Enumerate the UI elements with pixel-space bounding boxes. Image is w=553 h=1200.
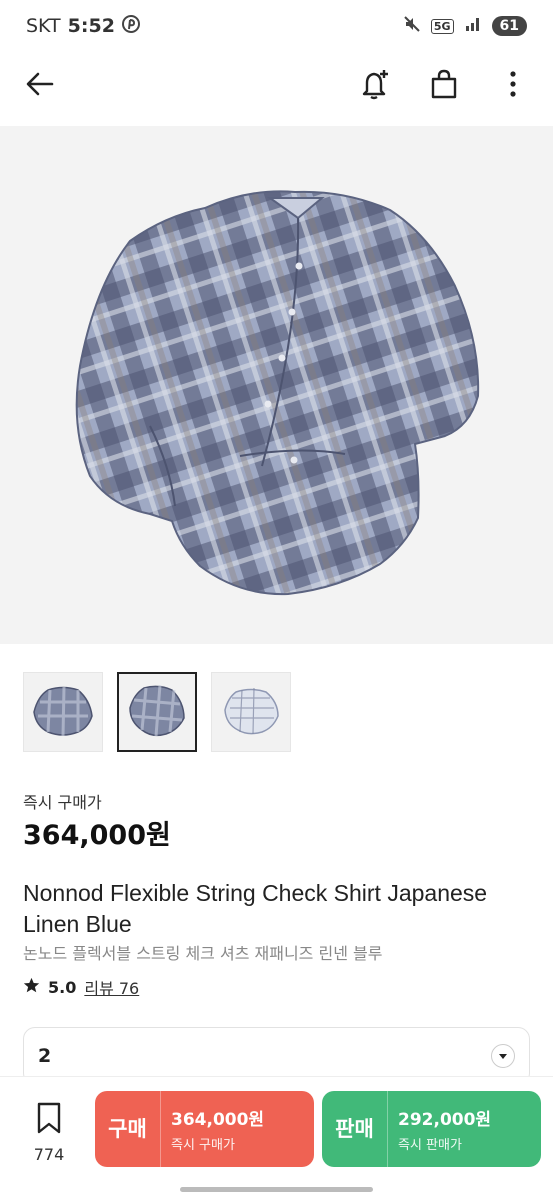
status-bar: SKT 5:52 5G 61 bbox=[0, 0, 553, 52]
top-navigation-bar bbox=[0, 52, 553, 118]
thumbnail-gallery bbox=[23, 672, 291, 752]
more-vertical-icon bbox=[509, 70, 517, 102]
bookmark-count: 774 bbox=[33, 1145, 65, 1164]
bottom-action-bar: 774 구매 364,000원 즉시 구매가 판매 292,000원 즉시 판매… bbox=[0, 1076, 553, 1200]
arrow-left-icon bbox=[24, 68, 56, 104]
sell-button[interactable]: 판매 292,000원 즉시 판매가 bbox=[322, 1091, 541, 1167]
buy-button-subtitle: 즉시 구매가 bbox=[171, 1138, 235, 1153]
sell-button-label: 판매 bbox=[322, 1091, 388, 1167]
sell-button-amount: 292,000원 bbox=[398, 1110, 492, 1130]
clock: 5:52 bbox=[67, 15, 115, 37]
rating-score: 5.0 bbox=[48, 977, 77, 997]
mute-icon bbox=[403, 15, 421, 38]
carrier-label: SKT bbox=[26, 15, 61, 37]
battery-indicator: 61 bbox=[491, 16, 527, 36]
buy-button-amount: 364,000원 bbox=[171, 1110, 265, 1130]
price-alert-button[interactable] bbox=[353, 64, 397, 108]
thumbnail-2[interactable] bbox=[117, 672, 197, 752]
back-button[interactable] bbox=[18, 64, 62, 108]
product-title-korean: 논노드 플렉서블 스트링 체크 셔츠 재패니즈 린넨 블루 bbox=[23, 944, 383, 963]
chevron-down-icon bbox=[491, 1044, 515, 1068]
product-title-english: Nonnod Flexible String Check Shirt Japan… bbox=[23, 880, 488, 937]
sell-button-subtitle: 즉시 판매가 bbox=[398, 1138, 462, 1153]
bookmark-button[interactable]: 774 bbox=[24, 1101, 74, 1164]
thumbnail-1[interactable] bbox=[23, 672, 103, 752]
network-label: 5G bbox=[430, 18, 454, 34]
buy-button[interactable]: 구매 364,000원 즉시 구매가 bbox=[95, 1091, 314, 1167]
price-label: 즉시 구매가 bbox=[23, 793, 102, 812]
shopping-bag-button[interactable] bbox=[422, 64, 466, 108]
bell-plus-icon bbox=[358, 67, 392, 105]
thumbnail-3[interactable] bbox=[211, 672, 291, 752]
signal-icon bbox=[464, 15, 482, 38]
product-image[interactable] bbox=[0, 126, 553, 644]
bookmark-icon bbox=[35, 1101, 63, 1139]
home-indicator bbox=[180, 1187, 373, 1192]
more-options-button[interactable] bbox=[491, 64, 535, 108]
price-value: 364,000원 bbox=[23, 820, 171, 851]
pinterest-icon bbox=[121, 14, 140, 38]
rating-row: 5.0 리뷰 76 bbox=[23, 975, 139, 999]
size-select-value: 2 bbox=[38, 1045, 52, 1067]
review-link[interactable]: 리뷰 76 bbox=[84, 975, 139, 999]
shopping-bag-icon bbox=[428, 68, 460, 104]
star-icon bbox=[23, 977, 40, 998]
buy-button-label: 구매 bbox=[95, 1091, 161, 1167]
